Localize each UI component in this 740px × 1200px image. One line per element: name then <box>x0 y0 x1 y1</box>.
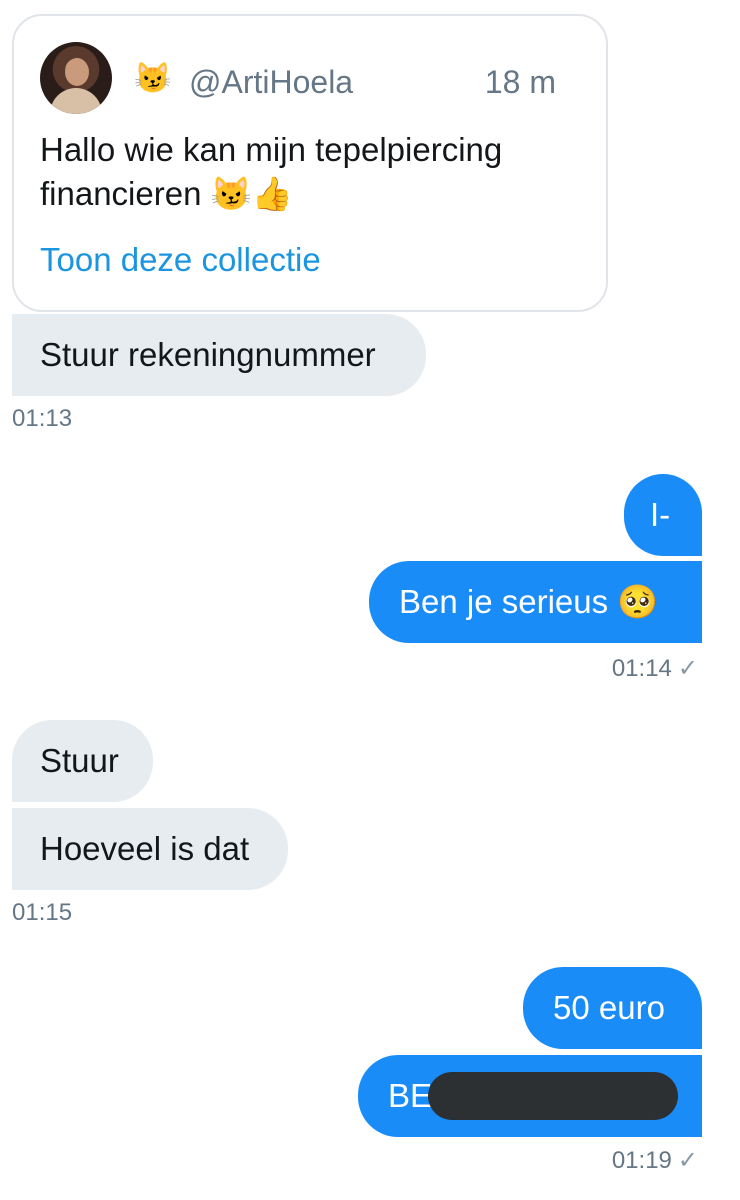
message-bubble-incoming[interactable]: Hoeveel is dat <box>12 808 288 890</box>
user-avatar[interactable] <box>40 42 112 114</box>
message-bubble-outgoing[interactable]: I- <box>624 474 702 556</box>
tweet-time: 18 m <box>484 64 556 100</box>
view-collection-link[interactable]: Toon deze collectie <box>40 238 321 282</box>
message-time: 01:14 <box>611 655 672 682</box>
shared-tweet-card[interactable]: 😼 @ArtiHoela 18 m Hallo wie kan mijn tep… <box>12 14 608 312</box>
message-bubble-outgoing[interactable]: 50 euro <box>523 967 702 1049</box>
check-icon: ✓ <box>677 655 698 682</box>
cat-emoji-icon: 😼 <box>134 62 172 95</box>
redaction-bar <box>428 1072 678 1120</box>
message-timestamp: 01:14 ✓ <box>612 654 698 684</box>
tweet-author-handle[interactable]: @ArtiHoela <box>189 62 353 102</box>
message-timestamp: 01:19 ✓ <box>612 1146 698 1176</box>
avatar-shirt <box>50 88 102 114</box>
message-bubble-incoming[interactable]: Stuur rekeningnummer <box>12 314 426 396</box>
message-timestamp: 01:15 <box>12 899 73 926</box>
tweet-text: Hallo wie kan mijn tepelpiercing financi… <box>40 131 503 212</box>
message-bubble-incoming[interactable]: Stuur <box>12 720 153 802</box>
check-icon: ✓ <box>677 1147 698 1174</box>
message-timestamp: 01:13 <box>12 405 73 432</box>
message-time: 01:19 <box>611 1147 672 1174</box>
avatar-face <box>65 58 89 86</box>
message-bubble-outgoing[interactable]: Ben je serieus 🥺 <box>369 561 702 643</box>
